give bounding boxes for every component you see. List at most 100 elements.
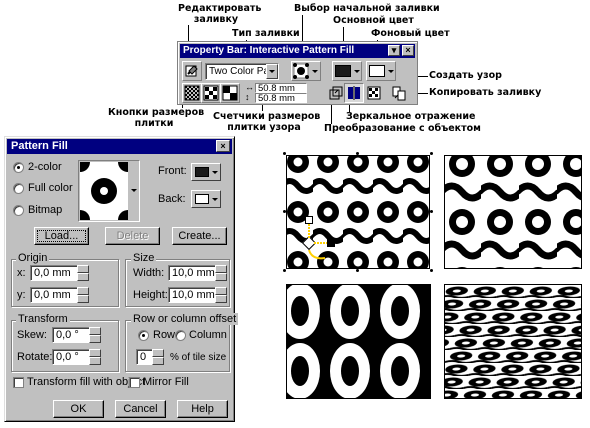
skew-value: 0,0 °	[56, 329, 79, 341]
rotate-value: 0,0 °	[56, 351, 79, 363]
pattern-sample-large-ovals	[286, 284, 431, 399]
size-width-value: 10,0 mm	[172, 267, 215, 279]
tile-height-counter[interactable]: 50.8 mm	[255, 93, 307, 103]
pattern-sample-skewed	[444, 284, 582, 399]
mirror-fill-label: Mirror Fill	[143, 376, 189, 388]
create-pattern-button[interactable]	[364, 83, 384, 103]
annotation-create-pattern: Создать узор	[429, 70, 502, 81]
tile-size-medium-button[interactable]	[201, 83, 221, 103]
pattern-swatch-icon	[293, 63, 309, 79]
load-button[interactable]: Load...	[34, 227, 89, 245]
mirror-fill-checkbox[interactable]	[129, 377, 140, 388]
origin-x-label: x:	[17, 267, 26, 279]
size-width-spinner[interactable]	[215, 265, 227, 281]
edit-fill-icon	[185, 65, 198, 77]
chevron-down-icon	[388, 70, 394, 73]
annotation-copy-fill: Копировать заливку	[429, 87, 542, 98]
front-color-button[interactable]	[332, 61, 362, 81]
transform-with-object-icon	[329, 86, 343, 100]
radio-column[interactable]	[175, 330, 186, 341]
label-full-color: Full color	[28, 182, 73, 194]
size-group-label: Size	[131, 252, 157, 264]
offset-value: 0	[140, 351, 147, 363]
tile-height-icon: ↕	[245, 92, 250, 102]
offset-input[interactable]: 0	[136, 349, 153, 365]
delete-button[interactable]: Delete	[105, 227, 160, 245]
front-color-swatch	[195, 167, 209, 177]
dialog-titlebar: Pattern Fill ×	[7, 139, 232, 154]
size-height-input[interactable]: 10,0 mm	[168, 287, 216, 303]
annotation-size-counters: Счетчики размеров плитки узора	[213, 111, 321, 133]
rotate-input[interactable]: 0,0 °	[52, 349, 90, 365]
origin-y-value: 0,0 mm	[34, 289, 71, 301]
front-color-button[interactable]	[191, 163, 221, 181]
radio-bitmap[interactable]	[13, 205, 24, 216]
interactive-fill-handles[interactable]	[300, 214, 340, 264]
fill-type-dropdown-arrow[interactable]	[266, 64, 278, 79]
annotation-transform-with-object: Преобразование с объектом	[324, 123, 481, 134]
origin-x-value: 0,0 mm	[34, 267, 71, 279]
radio-2-color[interactable]	[13, 162, 24, 173]
back-color-button[interactable]	[366, 61, 396, 81]
origin-y-label: y:	[17, 289, 26, 301]
offset-spinner[interactable]	[152, 349, 164, 365]
front-color-fill	[336, 66, 350, 76]
back-color-fill	[370, 66, 384, 76]
chevron-down-icon	[131, 189, 137, 192]
size-width-label: Width:	[133, 267, 165, 279]
fill-type-combo[interactable]: Two Color Patt...	[205, 63, 279, 80]
back-color-button[interactable]	[191, 190, 221, 208]
property-bar-options-button[interactable]: ▾	[388, 45, 400, 56]
pattern-sample-scaled	[444, 155, 582, 269]
checker-large-icon	[222, 85, 238, 101]
copy-fill-icon	[392, 86, 406, 101]
back-color-swatch	[195, 194, 209, 204]
origin-y-input[interactable]: 0,0 mm	[30, 287, 78, 303]
tile-size-small-button[interactable]	[182, 83, 202, 103]
mirror-icon	[348, 86, 360, 100]
mirror-fill-button[interactable]	[344, 83, 364, 103]
start-fill-picker-button[interactable]	[291, 61, 321, 81]
skew-spinner[interactable]	[89, 327, 101, 343]
annotation-start-fill: Выбор начальной заливки	[294, 3, 440, 14]
radio-row[interactable]	[138, 330, 149, 341]
property-bar-close-button[interactable]: ×	[402, 45, 414, 56]
transform-fill-checkbox[interactable]	[13, 377, 24, 388]
rotate-spinner[interactable]	[89, 349, 101, 365]
transform-group-label: Transform	[16, 313, 70, 325]
tile-size-large-button[interactable]	[220, 83, 240, 103]
tile-height-value: 50.8 mm	[258, 93, 295, 104]
origin-x-spinner[interactable]	[77, 265, 89, 281]
tile-width-icon: ↔	[245, 82, 254, 92]
annotation-main-color: Основной цвет	[333, 15, 414, 26]
tile-width-counter[interactable]: 50.8 mm	[255, 83, 307, 93]
origin-group-label: Origin	[16, 252, 50, 264]
back-label: Back:	[158, 193, 186, 205]
circle-wave-pattern-large	[445, 156, 581, 268]
property-bar-titlebar: Property Bar: Interactive Pattern Fill ▾…	[180, 44, 415, 58]
front-label: Front:	[158, 165, 187, 177]
size-height-spinner[interactable]	[215, 287, 227, 303]
chevron-down-icon	[354, 70, 360, 73]
pattern-preview-picker[interactable]	[78, 160, 140, 222]
dialog-close-button[interactable]: ×	[216, 140, 230, 152]
skew-input[interactable]: 0,0 °	[52, 327, 90, 343]
oval-pattern	[287, 285, 430, 398]
origin-y-spinner[interactable]	[77, 287, 89, 303]
handle-links	[308, 224, 327, 260]
help-button[interactable]: Help	[177, 400, 228, 418]
origin-x-input[interactable]: 0,0 mm	[30, 265, 78, 281]
edit-fill-button[interactable]	[182, 61, 202, 81]
chevron-down-icon	[212, 171, 218, 174]
transform-fill-label: Transform fill with object	[27, 376, 146, 388]
label-2-color: 2-color	[28, 161, 62, 173]
cancel-button[interactable]: Cancel	[115, 400, 166, 418]
copy-fill-button[interactable]	[389, 83, 409, 103]
size-width-input[interactable]: 10,0 mm	[168, 265, 216, 281]
create-button[interactable]: Create...	[172, 227, 227, 245]
annotation-size-buttons: Кнопки размеров плитки	[108, 107, 205, 129]
ok-button[interactable]: OK	[53, 400, 104, 418]
pattern-fill-dialog: Pattern Fill × 2-color Full color Bitmap…	[4, 136, 239, 422]
transform-with-object-button[interactable]	[326, 83, 346, 103]
radio-full-color[interactable]	[13, 183, 24, 194]
